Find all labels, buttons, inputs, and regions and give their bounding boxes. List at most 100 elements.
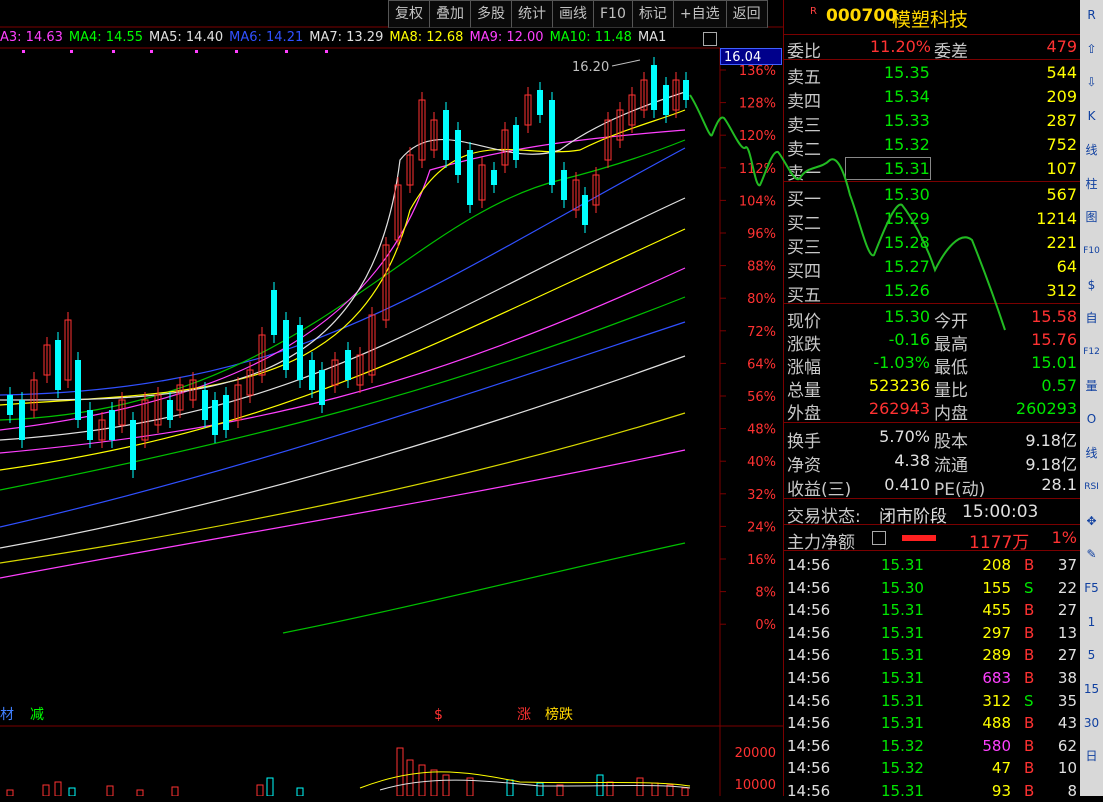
netflow-row[interactable]: 主力净额 1177万 1% (784, 526, 1081, 553)
trade-count: 27 (1057, 601, 1077, 620)
toolbar-button-3[interactable]: 统计 (511, 0, 553, 28)
ask-row[interactable]: 卖二 15.32 752 (784, 133, 1081, 160)
trade-time: 14:56 (787, 736, 831, 755)
side-tool-icon[interactable]: K (1082, 107, 1101, 126)
pct-axis-label: 128% (739, 97, 776, 112)
volume-bar (536, 782, 544, 796)
trade-row[interactable]: 14:56 15.31 683 B 38 (784, 667, 1081, 689)
side-tool-icon[interactable]: F5 (1082, 579, 1101, 598)
side-tool-icon[interactable]: 线 (1082, 444, 1101, 463)
chart-event-marker[interactable]: 减 (30, 707, 44, 723)
side-tool-icon[interactable]: 图 (1082, 208, 1101, 227)
volume-bar (106, 785, 114, 796)
side-tool-icon[interactable]: ✎ (1082, 545, 1101, 564)
trade-volume: 455 (982, 601, 1011, 620)
ask-volume: 544 (1046, 63, 1077, 82)
stock-name[interactable]: 模塑科技 (892, 5, 968, 32)
chart-event-marker[interactable]: 材 (0, 707, 14, 723)
quote-value: 15.01 (1031, 353, 1077, 372)
side-tool-icon[interactable]: O (1082, 410, 1101, 429)
toolbar-button-8[interactable]: 返回 (725, 0, 768, 28)
side-tool-icon[interactable]: $ (1082, 276, 1101, 295)
chart-event-marker[interactable]: 榜跌 (545, 706, 573, 723)
trade-row[interactable]: 14:56 15.31 93 B 8 (784, 780, 1081, 802)
side-tool-icon[interactable]: 30 (1082, 714, 1101, 733)
side-tool-icon[interactable]: 日 (1082, 747, 1101, 766)
bid-row[interactable]: 买三 15.28 221 (784, 231, 1081, 258)
ask-row[interactable]: 卖五 15.35 544 (784, 61, 1081, 88)
volume-bar (68, 787, 76, 796)
candle-body (167, 400, 173, 420)
volume-bar (406, 759, 414, 796)
bid-row[interactable]: 买五 15.26 312 (784, 279, 1081, 306)
trade-volume: 208 (982, 556, 1011, 574)
side-tool-icon[interactable]: R (1082, 6, 1101, 25)
side-tool-icon[interactable]: 自 (1082, 309, 1101, 328)
stock-code[interactable]: 000700 (826, 6, 897, 26)
toolbar-button-5[interactable]: F10 (593, 0, 633, 28)
bid-price: 15.26 (884, 281, 930, 300)
toolbar-button-7[interactable]: +自选 (672, 0, 727, 28)
side-tool-icon[interactable]: ✥ (1082, 512, 1101, 531)
ask-row[interactable]: 卖三 15.33 287 (784, 109, 1081, 136)
trade-side: B (1024, 714, 1035, 733)
trade-row[interactable]: 14:56 15.31 208 B 37 (784, 554, 1081, 576)
toolbar-button-6[interactable]: 标记 (631, 0, 674, 28)
trade-row[interactable]: 14:56 15.31 312 S 35 (784, 690, 1081, 712)
ma-legend-item: MA5: 14.40 (149, 30, 224, 45)
chart-settings-icon[interactable] (703, 32, 717, 46)
ma-dot (285, 50, 288, 53)
trade-row[interactable]: 14:56 15.31 289 B 27 (784, 644, 1081, 666)
stats-row: 收益(三) 0.410 PE(动) 28.1 (784, 473, 1081, 500)
chart-event-marker[interactable]: $ (434, 707, 443, 723)
side-tool-icon[interactable]: 柱 (1082, 175, 1101, 194)
kline-chart[interactable]: 136% 128% 120% 112% 104% 96% 88% 80% 72% 64% 56% 48… (0, 0, 783, 796)
side-tool-icon[interactable]: RSI (1082, 478, 1101, 497)
trade-row[interactable]: 14:56 15.32 47 B 10 (784, 757, 1081, 779)
ask-row[interactable]: 卖一 15.31 107 (784, 157, 1081, 184)
side-tool-icon[interactable]: 15 (1082, 680, 1101, 699)
ma-line (0, 91, 686, 401)
pct-axis-label: 88% (747, 260, 776, 275)
trade-time: 14:56 (787, 556, 831, 574)
trade-count: 43 (1057, 714, 1077, 733)
netflow-icon[interactable] (872, 531, 886, 545)
volume-bar (171, 786, 179, 796)
trade-count: 22 (1057, 578, 1077, 597)
side-tool-icon[interactable]: 量 (1082, 377, 1101, 396)
trade-side: B (1024, 782, 1035, 800)
trade-time: 14:56 (787, 714, 831, 733)
side-tool-icon[interactable]: 1 (1082, 613, 1101, 632)
candle-body (443, 110, 449, 160)
chart-event-marker[interactable]: 涨 (517, 707, 531, 723)
side-tool-icon[interactable]: F12 (1082, 343, 1101, 362)
trade-row[interactable]: 14:56 15.31 297 B 13 (784, 622, 1081, 644)
ask-row[interactable]: 卖四 15.34 209 (784, 85, 1081, 112)
trade-row[interactable]: 14:56 15.31 488 B 43 (784, 712, 1081, 734)
quote-label: 内盘 (934, 404, 968, 424)
bid-row[interactable]: 买四 15.27 64 (784, 255, 1081, 282)
side-tool-icon[interactable]: 线 (1082, 141, 1101, 160)
toolbar-button-4[interactable]: 画线 (552, 0, 594, 28)
toolbar-button-1[interactable]: 叠加 (429, 0, 471, 28)
side-tool-icon[interactable]: ⇧ (1082, 40, 1101, 59)
toolbar-button-0[interactable]: 复权 (388, 0, 430, 28)
toolbar-button-2[interactable]: 多股 (470, 0, 512, 28)
side-tool-icon[interactable]: F10 (1082, 242, 1101, 261)
trade-row[interactable]: 14:56 15.31 455 B 27 (784, 599, 1081, 621)
pct-axis-label: 64% (747, 357, 776, 372)
trade-side: S (1024, 578, 1034, 597)
candle-body (130, 420, 136, 470)
trade-price: 15.32 (881, 759, 924, 778)
trade-row[interactable]: 14:56 15.32 580 B 62 (784, 735, 1081, 757)
ma-legend-item: MA6: 14.21 (229, 30, 304, 45)
bid-row[interactable]: 买二 15.29 1214 (784, 207, 1081, 234)
side-tool-icon[interactable]: ⇩ (1082, 73, 1101, 92)
side-tool-icon[interactable]: 5 (1082, 646, 1101, 665)
stats-value: 9.18亿 (1025, 455, 1077, 474)
ask-volume: 752 (1046, 135, 1077, 154)
bid-row[interactable]: 买一 15.30 567 (784, 183, 1081, 210)
trade-count: 13 (1057, 623, 1077, 642)
candle-body (455, 130, 461, 175)
trade-row[interactable]: 14:56 15.30 155 S 22 (784, 577, 1081, 599)
